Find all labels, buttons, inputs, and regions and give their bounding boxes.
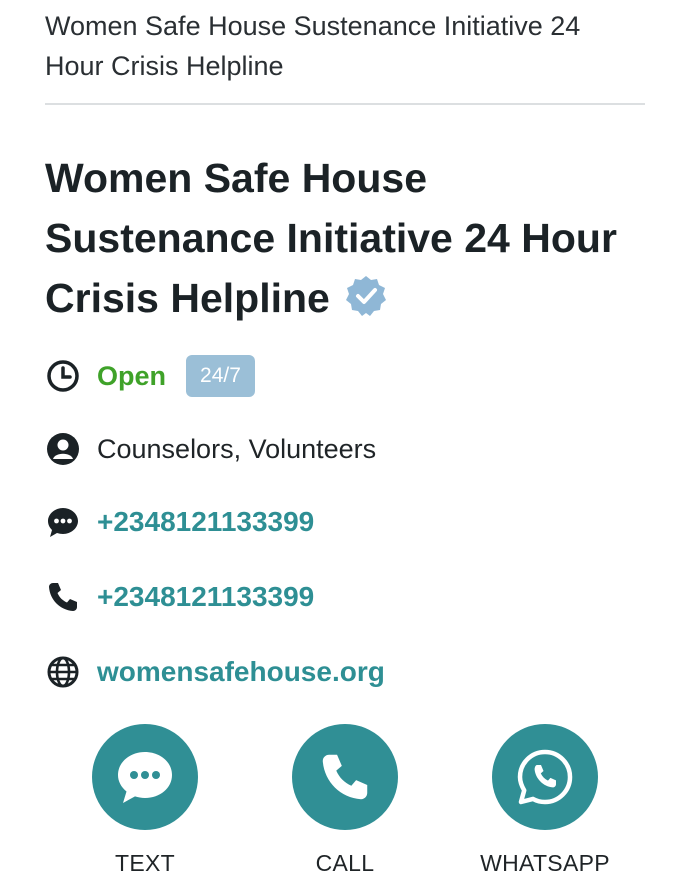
sms-row[interactable]: +2348121133399 — [45, 499, 314, 545]
whatsapp-action[interactable]: WHATSAPP — [465, 724, 625, 877]
call-button[interactable] — [292, 724, 398, 830]
whatsapp-button[interactable] — [492, 724, 598, 830]
phone-number-link[interactable]: +2348121133399 — [97, 581, 314, 613]
listing-title-text: Women Safe House Sustenance Initiative 2… — [45, 155, 617, 321]
page-header-title: Women Safe House Sustenance Initiative 2… — [45, 11, 581, 81]
globe-icon — [45, 654, 81, 690]
website-row[interactable]: womensafehouse.org — [45, 649, 385, 695]
call-action[interactable]: CALL — [265, 724, 425, 877]
call-label: CALL — [315, 850, 375, 876]
phone-icon — [322, 754, 368, 800]
hours-badge: 24/7 — [186, 355, 255, 397]
header-divider — [45, 103, 645, 105]
staff-text: Counselors, Volunteers — [97, 433, 377, 464]
whatsapp-icon — [517, 749, 573, 805]
clock-icon — [45, 358, 81, 394]
phone-row[interactable]: +2348121133399 — [45, 574, 314, 620]
verified-badge-icon — [345, 276, 386, 316]
text-button[interactable] — [92, 724, 198, 830]
text-label: TEXT — [115, 850, 175, 876]
chat-bubble-icon — [118, 752, 172, 803]
whatsapp-label: WHATSAPP — [480, 850, 610, 876]
staff-row: Counselors, Volunteers — [45, 426, 376, 472]
open-status: Open — [97, 360, 167, 391]
listing-title: Women Safe House Sustenance Initiative 2… — [45, 148, 655, 328]
text-action[interactable]: TEXT — [65, 724, 225, 877]
person-icon — [45, 431, 81, 467]
chat-bubble-icon — [45, 504, 81, 540]
hours-row: Open 24/7 — [45, 353, 255, 399]
website-link[interactable]: womensafehouse.org — [97, 656, 385, 688]
phone-icon — [45, 579, 81, 615]
sms-number-link[interactable]: +2348121133399 — [97, 506, 314, 538]
